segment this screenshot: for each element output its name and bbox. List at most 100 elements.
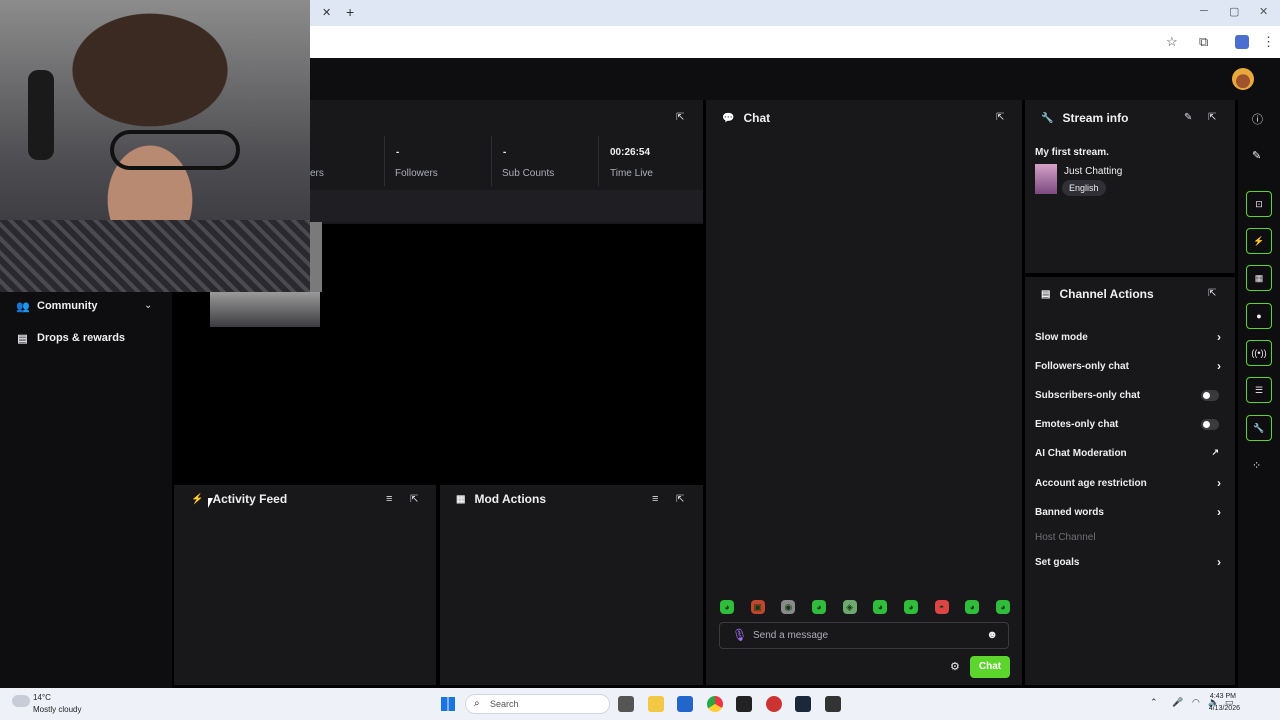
weather-description[interactable]: Mostly cloudy [33, 705, 81, 714]
clock-time[interactable]: 4:43 PM [1200, 693, 1236, 700]
steam-icon[interactable] [795, 696, 811, 712]
action-label: Emotes-only chat [1035, 419, 1119, 430]
gear-icon[interactable]: ⚙ [950, 660, 960, 673]
emotes-only-toggle[interactable] [1201, 419, 1219, 430]
action-banned-words[interactable]: Banned words › [1035, 504, 1225, 522]
rail-wrench-icon[interactable]: 🔧 [1246, 415, 1272, 441]
extensions-icon[interactable]: ⧉ [1199, 34, 1208, 50]
tray-overflow-icon[interactable]: ⌃ [1150, 697, 1158, 708]
rail-list-icon[interactable]: ☰ [1246, 377, 1272, 403]
stat-label: Time Live [610, 168, 653, 179]
action-slow-mode[interactable]: Slow mode › [1035, 329, 1225, 347]
headset [28, 70, 54, 160]
popout-icon[interactable]: ⇱ [1208, 288, 1216, 299]
chat-input[interactable]: 🎙 Send a message ☻ [719, 622, 1009, 649]
chat-send-button[interactable]: Chat [970, 656, 1010, 678]
app-icon[interactable] [825, 696, 841, 712]
popout-icon[interactable]: ⇱ [410, 494, 418, 505]
rail-document-icon[interactable]: ▦ [1246, 265, 1272, 291]
bookmark-star-icon[interactable]: ☆ [1166, 34, 1178, 50]
browser-menu-icon[interactable]: ⋮ [1262, 34, 1275, 50]
chevron-down-icon[interactable]: ⌄ [144, 300, 152, 311]
popout-icon[interactable]: ⇱ [1208, 112, 1216, 123]
emote-icon[interactable]: ◉ [781, 600, 796, 614]
action-label: Followers-only chat [1035, 361, 1129, 372]
category-thumbnail [1035, 164, 1057, 194]
emote-icon[interactable]: ◕ [965, 600, 980, 614]
add-panel-icon[interactable]: ⁘ [1252, 459, 1261, 472]
stat-label: ers [310, 168, 324, 179]
sidebar-item-community[interactable]: 👥 Community [16, 296, 98, 316]
emote-icon[interactable]: ◕ [720, 600, 734, 614]
emote-picker-icon[interactable]: ☻ [986, 629, 998, 641]
filter-icon[interactable]: ≡ [652, 493, 658, 505]
emote-icon[interactable]: ◕ [811, 600, 826, 614]
stream-video-preview[interactable] [310, 224, 703, 480]
weather-temperature[interactable]: 14°C [33, 693, 51, 702]
tab-close-icon[interactable]: ✕ [322, 6, 331, 19]
panel-title-text: Stream info [1062, 111, 1129, 125]
emote-icon[interactable]: ◕ [873, 600, 888, 614]
stream-category[interactable]: Just Chatting [1064, 166, 1122, 177]
popout-icon[interactable]: ⇱ [676, 112, 684, 123]
action-emotes-only[interactable]: Emotes-only chat [1035, 416, 1225, 434]
clock-date[interactable]: 4/13/2026 [1196, 705, 1240, 712]
document-icon: ▦ [456, 493, 466, 505]
task-view-icon[interactable] [618, 696, 634, 712]
rail-lightning-icon[interactable]: ⚡ [1246, 228, 1272, 254]
action-account-age[interactable]: Account age restriction › [1035, 475, 1225, 493]
microphone-icon[interactable]: 🎙 [732, 628, 747, 642]
info-icon[interactable]: ⓘ [1252, 111, 1263, 127]
taskbar-search[interactable]: ⌕ Search [465, 694, 610, 714]
rail-broadcast-icon[interactable]: ((•)) [1246, 340, 1272, 366]
action-subscribers-only[interactable]: Subscribers-only chat [1035, 387, 1225, 405]
popout-icon[interactable]: ⇱ [676, 494, 684, 505]
stat-label: Followers [395, 168, 438, 179]
stat-time-live: 00:26:54 Time Live [599, 136, 703, 186]
subscribers-only-toggle[interactable] [1201, 390, 1219, 401]
glasses [110, 130, 240, 170]
preview-toolbar [310, 190, 703, 222]
tray-mic-icon[interactable]: 🎤 [1172, 697, 1183, 708]
sidebar-item-label: Community [37, 300, 98, 312]
panel-title-text: Channel Actions [1059, 287, 1154, 301]
file-explorer-icon[interactable] [648, 696, 664, 712]
edit-pencil-icon[interactable]: ✎ [1184, 112, 1192, 123]
action-set-goals[interactable]: Set goals › [1035, 554, 1225, 572]
store-icon[interactable] [677, 696, 693, 712]
drops-icon: ▤ [17, 332, 28, 345]
webcam-overlay [0, 0, 310, 292]
edit-pencil-icon[interactable]: ✎ [1252, 149, 1261, 162]
user-avatar[interactable] [1232, 68, 1254, 90]
emote-icon[interactable]: ◓ [934, 600, 949, 614]
new-tab-icon[interactable]: + [346, 4, 354, 20]
maximize-icon[interactable]: ▢ [1229, 5, 1239, 18]
cloud-icon[interactable] [12, 695, 30, 707]
action-label: Slow mode [1035, 332, 1088, 343]
emote-icon[interactable]: ◈ [842, 600, 857, 614]
stream-tag[interactable]: English [1062, 180, 1106, 196]
emote-icon[interactable]: ▣ [750, 600, 765, 614]
chat-bubble-icon: 💬 [722, 112, 735, 124]
popout-icon[interactable]: ⇱ [996, 112, 1004, 123]
stat-followers: - Followers [385, 136, 491, 186]
rail-chat-icon[interactable]: ● [1246, 303, 1272, 329]
filter-icon[interactable]: ≡ [386, 493, 392, 505]
chrome-icon[interactable] [707, 696, 723, 712]
panel-title-text: Chat [743, 111, 771, 125]
sidebar-item-drops[interactable]: ▤ Drops & rewards [16, 328, 125, 348]
obs-icon[interactable] [766, 696, 782, 712]
chevron-right-icon: › [1217, 359, 1221, 373]
profile-extension-icon[interactable] [1235, 35, 1249, 49]
stat-value: 00:26:54 [610, 147, 651, 158]
action-label: Set goals [1035, 557, 1080, 568]
action-ai-moderation[interactable]: AI Chat Moderation ↗ [1035, 445, 1225, 463]
windows-start-icon[interactable] [441, 697, 455, 711]
capcut-icon[interactable] [736, 696, 752, 712]
minimize-icon[interactable]: ─ [1200, 5, 1208, 17]
emote-icon[interactable]: ◕ [995, 600, 1010, 614]
action-followers-only[interactable]: Followers-only chat › [1035, 358, 1225, 376]
emote-icon[interactable]: ◕ [903, 600, 918, 614]
rail-preview-icon[interactable]: ⊡ [1246, 191, 1272, 217]
window-close-icon[interactable]: ✕ [1259, 5, 1268, 18]
